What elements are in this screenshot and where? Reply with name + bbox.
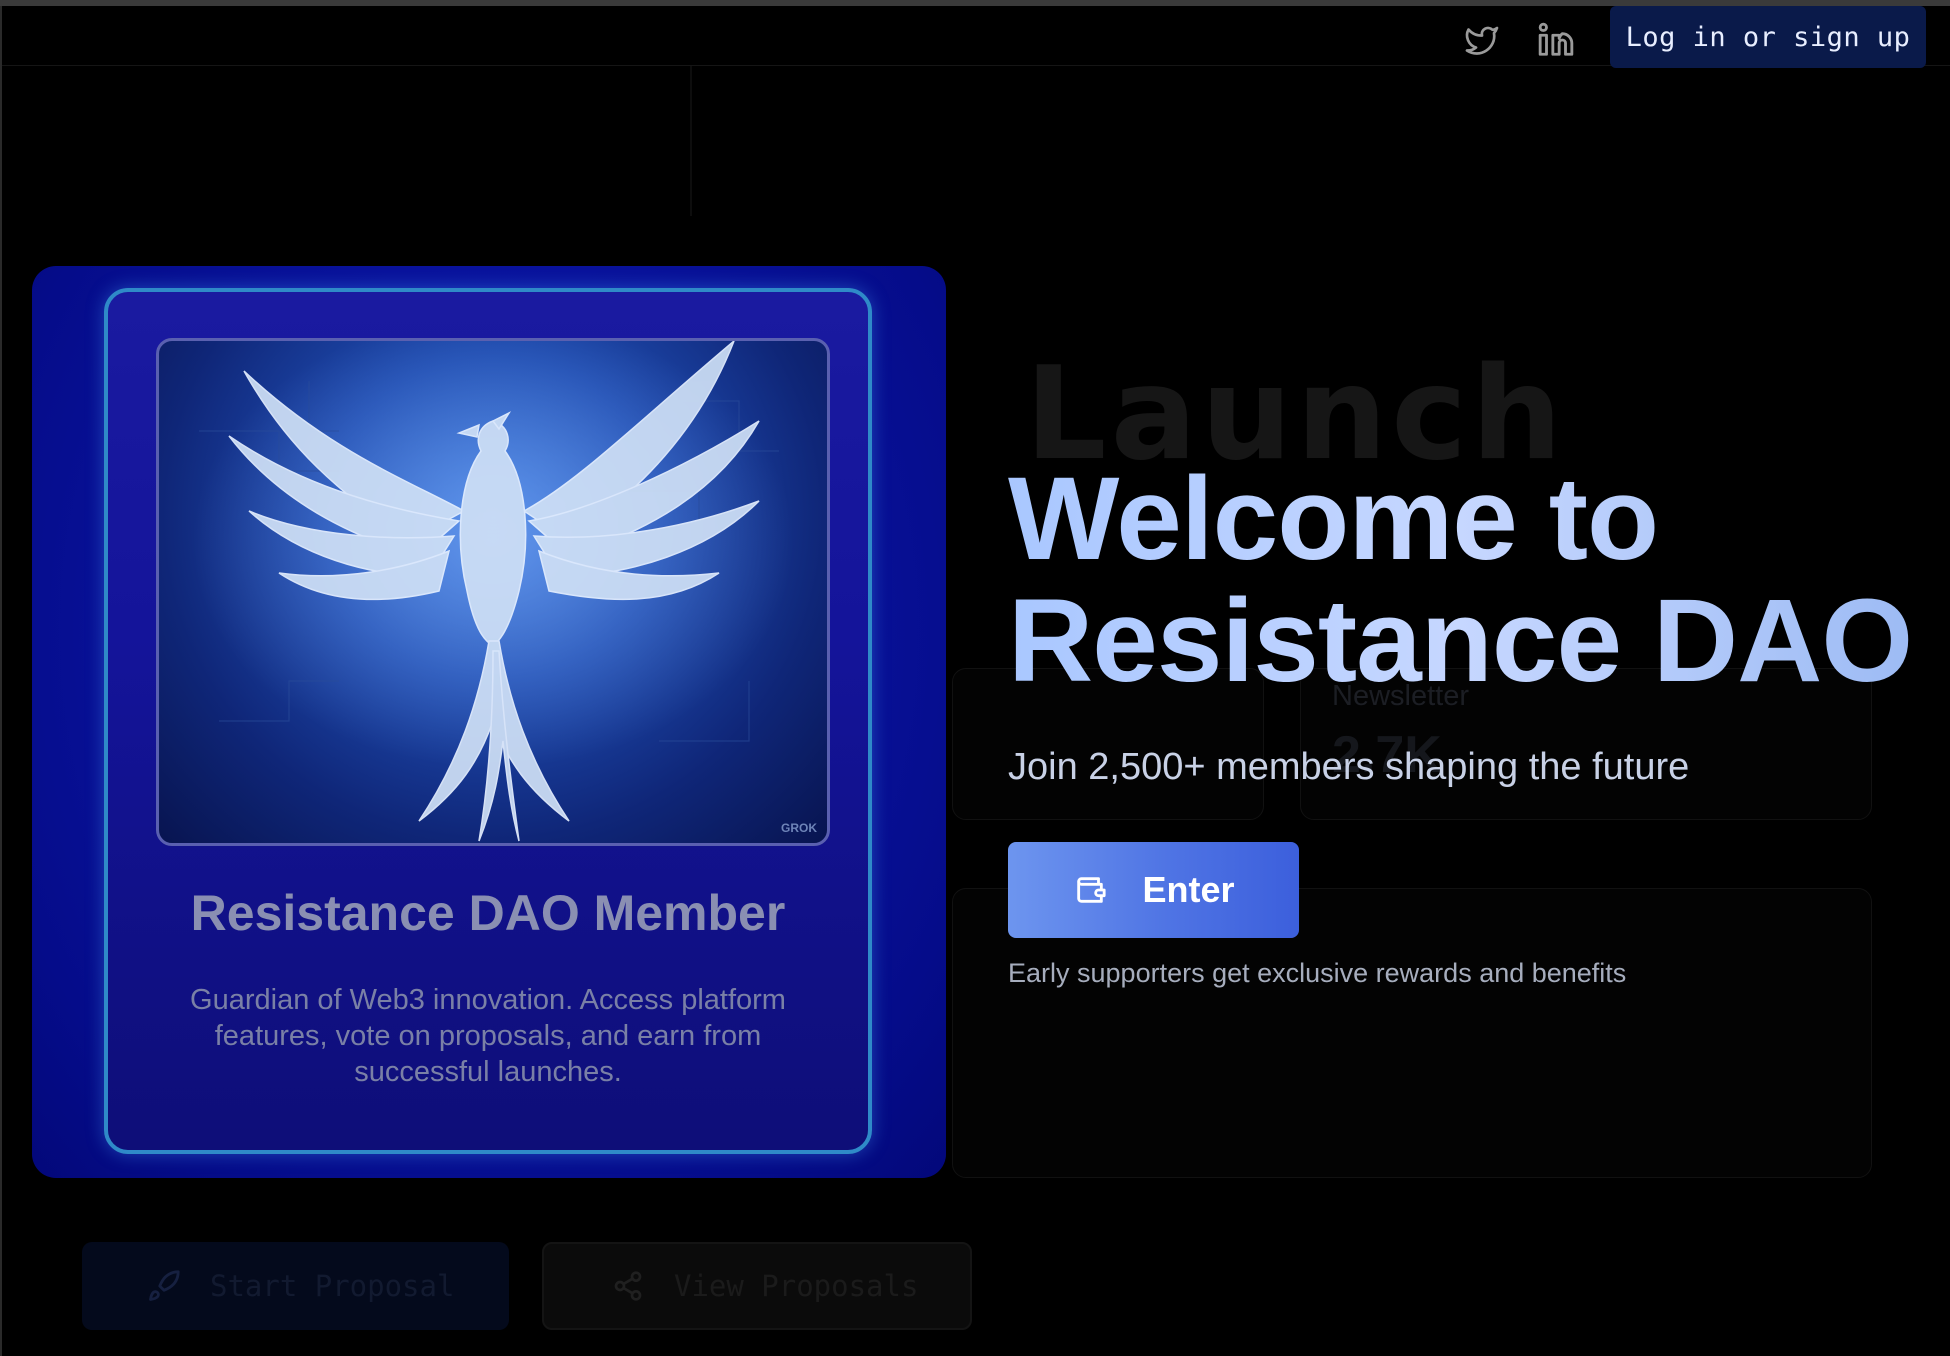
wallet-icon — [1072, 872, 1108, 908]
view-proposals-button[interactable]: View Proposals — [542, 1242, 972, 1330]
view-proposals-label: View Proposals — [674, 1269, 919, 1303]
hero-note: Early supporters get exclusive rewards a… — [1008, 958, 1627, 988]
enter-button[interactable]: Enter — [1008, 842, 1299, 938]
start-proposal-label: Start Proposal — [210, 1269, 455, 1303]
member-card-title: Resistance DAO Member — [190, 885, 786, 941]
share-icon — [608, 1266, 648, 1306]
phoenix-image: GROK — [156, 338, 830, 846]
member-card-frame: GROK Resistance DAO Member Guardian of W… — [104, 288, 872, 1154]
linkedin-icon[interactable] — [1534, 18, 1578, 62]
top-navbar: Log in or sign up — [2, 6, 1950, 68]
member-card: GROK Resistance DAO Member Guardian of W… — [32, 266, 946, 1178]
hero-title-line2: Resistance DAO — [1008, 575, 1913, 707]
bg-divider — [690, 66, 692, 216]
image-watermark: GROK — [781, 821, 817, 835]
member-card-description: Guardian of Web3 innovation. Access plat… — [190, 984, 786, 1088]
start-proposal-button[interactable]: Start Proposal — [82, 1242, 509, 1330]
hero-title: Welcome to Resistance DAO — [1008, 458, 1912, 702]
login-signup-button[interactable]: Log in or sign up — [1610, 6, 1926, 68]
hero-subtitle: Join 2,500+ members shaping the future — [1008, 746, 1690, 788]
twitter-icon[interactable] — [1460, 18, 1504, 62]
rocket-icon — [144, 1266, 184, 1306]
hero-title-line1: Welcome to — [1008, 453, 1659, 585]
enter-label: Enter — [1142, 869, 1235, 910]
